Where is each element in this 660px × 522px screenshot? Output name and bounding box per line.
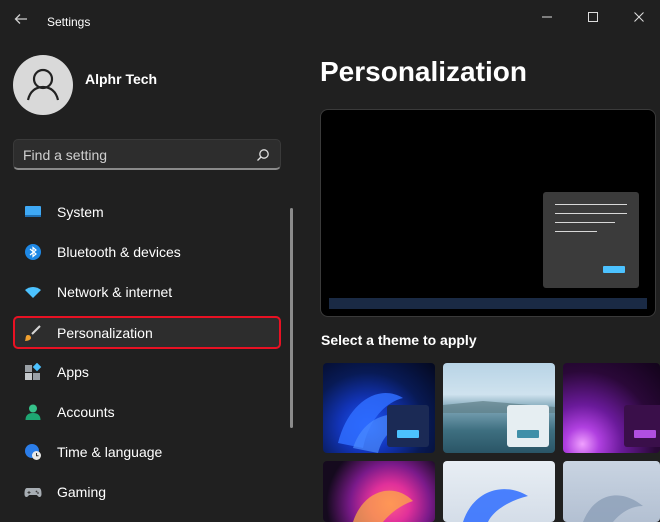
flower-wallpaper (353, 490, 413, 522)
sidebar-item-bluetooth-devices[interactable]: Bluetooth & devices (13, 232, 281, 272)
bloom-light-wallpaper (463, 489, 528, 522)
bluetooth-icon (25, 244, 41, 260)
sidebar-item-gaming[interactable]: Gaming (13, 472, 281, 512)
preview-line (555, 204, 627, 205)
search-input[interactable] (23, 145, 243, 164)
sidebar-item-label: Bluetooth & devices (57, 244, 181, 260)
theme-glow[interactable] (563, 363, 660, 453)
preview-line (555, 213, 627, 214)
flow-wallpaper (583, 495, 643, 522)
gamepad-icon (24, 488, 42, 497)
sidebar-scrollbar[interactable] (290, 208, 293, 428)
preview-line (555, 231, 597, 232)
system-icon (25, 206, 41, 217)
sidebar-item-time-language[interactable]: Time & language (13, 432, 281, 472)
sidebar-item-system[interactable]: System (13, 192, 281, 232)
theme-glow-lake[interactable] (443, 363, 555, 453)
preview-window (543, 192, 639, 288)
preview-line (555, 222, 615, 223)
sidebar-item-label: Network & internet (57, 284, 173, 300)
app-title: Settings (47, 15, 91, 29)
sidebar-item-label: Accounts (57, 404, 115, 420)
preview-taskbar (329, 298, 647, 309)
back-arrow-icon[interactable] (12, 11, 30, 29)
page-title: Personalization (320, 56, 527, 87)
sidebar-item-apps[interactable]: Apps (13, 352, 281, 392)
preview-accent-button (603, 266, 625, 273)
close-button[interactable] (626, 8, 652, 30)
sidebar-item-network-internet[interactable]: Network & internet (13, 272, 281, 312)
avatar[interactable] (13, 55, 73, 115)
theme-badge (387, 405, 429, 447)
search-icon[interactable] (256, 148, 270, 162)
minimize-button[interactable] (534, 8, 560, 30)
sidebar-item-label: Apps (57, 364, 89, 380)
wifi-icon (25, 287, 41, 298)
brush-icon (25, 325, 41, 341)
theme-captured-motion[interactable] (323, 461, 435, 522)
sidebar-item-label: System (57, 204, 104, 220)
sidebar-item-accounts[interactable]: Accounts (13, 392, 281, 432)
sidebar-item-label: Personalization (57, 325, 153, 341)
themes-heading: Select a theme to apply (321, 332, 477, 348)
apps-icon (25, 363, 42, 380)
person-icon (25, 404, 41, 420)
theme-preview (320, 109, 656, 317)
sidebar-item-personalization[interactable]: Personalization (13, 316, 281, 349)
title-bar: Settings (0, 0, 660, 40)
account-name: Alphr Tech (85, 71, 158, 87)
theme-windows-light[interactable] (443, 461, 555, 522)
sidebar-item-label: Time & language (57, 444, 163, 460)
theme-flow[interactable] (563, 461, 660, 522)
theme-badge (507, 405, 549, 447)
globe-clock-icon (25, 444, 41, 460)
sidebar-item-label: Gaming (57, 484, 107, 500)
sidebar-nav: System Bluetooth & devices Network & int… (13, 192, 281, 512)
search-box[interactable] (13, 139, 281, 170)
maximize-button[interactable] (580, 8, 606, 30)
theme-badge (624, 405, 660, 447)
theme-windows-dark[interactable] (323, 363, 435, 453)
user-avatar-icon (26, 68, 60, 101)
